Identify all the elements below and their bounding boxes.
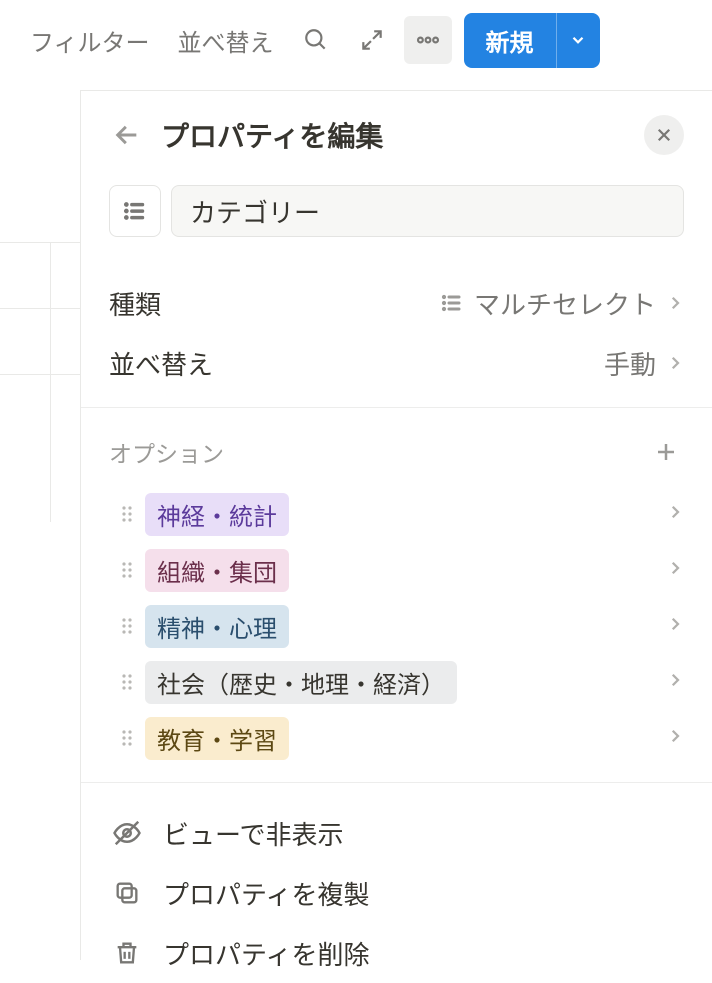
copy-icon [113,879,141,907]
option-tag: 精神・心理 [145,605,289,648]
sort-button[interactable]: 並べ替え [168,17,284,64]
hide-label: ビューで非表示 [163,815,343,852]
options-list: 神経・統計 組織・集団 精神・心理 社会（歴史・地理・経済） 教育・学習 [109,486,684,766]
chevron-right-icon [666,559,684,577]
option-tag: 神経・統計 [145,493,289,536]
expand-button[interactable] [348,16,396,64]
options-label: オプション [109,435,648,469]
option-row[interactable]: 精神・心理 [109,598,684,654]
option-row[interactable]: 社会（歴史・地理・経済） [109,654,684,710]
type-label: 種類 [109,285,440,322]
chevron-right-icon [666,727,684,745]
property-sort-row[interactable]: 並べ替え 手動 [109,333,684,393]
drag-handle[interactable] [109,728,145,748]
property-name-input[interactable] [171,185,684,237]
property-name-row [109,185,684,237]
drag-handle[interactable] [109,672,145,692]
chevron-right-icon [666,615,684,633]
view-toolbar: フィルター 並べ替え 新規 [0,0,712,80]
background-table-lines [0,90,80,960]
options-section-header: オプション [109,428,684,476]
chevron-right-icon [666,294,684,312]
type-value: マルチセレクト [474,285,656,322]
duplicate-label: プロパティを複製 [163,875,369,912]
more-button[interactable] [404,16,452,64]
option-tag: 組織・集団 [145,549,289,592]
plus-icon [654,440,678,464]
filter-button[interactable]: フィルター [20,17,160,64]
new-button[interactable]: 新規 [464,13,556,68]
sort-value: 手動 [604,345,656,382]
back-button[interactable] [109,117,145,153]
new-button-group: 新規 [464,13,600,68]
option-row[interactable]: 組織・集団 [109,542,684,598]
list-icon [122,198,148,224]
drag-handle[interactable] [109,560,145,580]
chevron-right-icon [666,354,684,372]
expand-icon [359,27,385,53]
edit-property-panel: プロパティを編集 種類 マルチセレクト 並べ替え 手動 オプション [80,90,712,960]
delete-label: プロパティを削除 [163,935,369,972]
delete-property-button[interactable]: プロパティを削除 [109,923,684,983]
chevron-right-icon [666,503,684,521]
more-icon [415,27,441,53]
drag-icon [119,560,135,580]
duplicate-property-button[interactable]: プロパティを複製 [109,863,684,923]
property-actions: ビューで非表示 プロパティを複製 プロパティを削除 [109,803,684,983]
drag-icon [119,616,135,636]
panel-title: プロパティを編集 [161,115,628,155]
drag-handle[interactable] [109,504,145,524]
option-tag: 教育・学習 [145,717,289,760]
eye-off-icon [112,818,142,848]
close-icon [655,126,673,144]
chevron-down-icon [569,31,587,49]
option-tag: 社会（歴史・地理・経済） [145,661,457,704]
chevron-right-icon [666,671,684,689]
drag-handle[interactable] [109,616,145,636]
close-button[interactable] [644,115,684,155]
drag-icon [119,728,135,748]
hide-in-view-button[interactable]: ビューで非表示 [109,803,684,863]
multiselect-icon [440,291,464,315]
divider [81,782,712,783]
arrow-left-icon [113,121,141,149]
new-button-menu[interactable] [556,13,600,68]
trash-icon [113,939,141,967]
search-icon [303,27,329,53]
drag-icon [119,672,135,692]
add-option-button[interactable] [648,434,684,470]
option-row[interactable]: 神経・統計 [109,486,684,542]
sort-label: 並べ替え [109,345,604,382]
property-type-row[interactable]: 種類 マルチセレクト [109,273,684,333]
panel-header: プロパティを編集 [109,115,684,155]
property-icon-button[interactable] [109,185,161,237]
drag-icon [119,504,135,524]
search-button[interactable] [292,16,340,64]
option-row[interactable]: 教育・学習 [109,710,684,766]
divider [81,407,712,408]
